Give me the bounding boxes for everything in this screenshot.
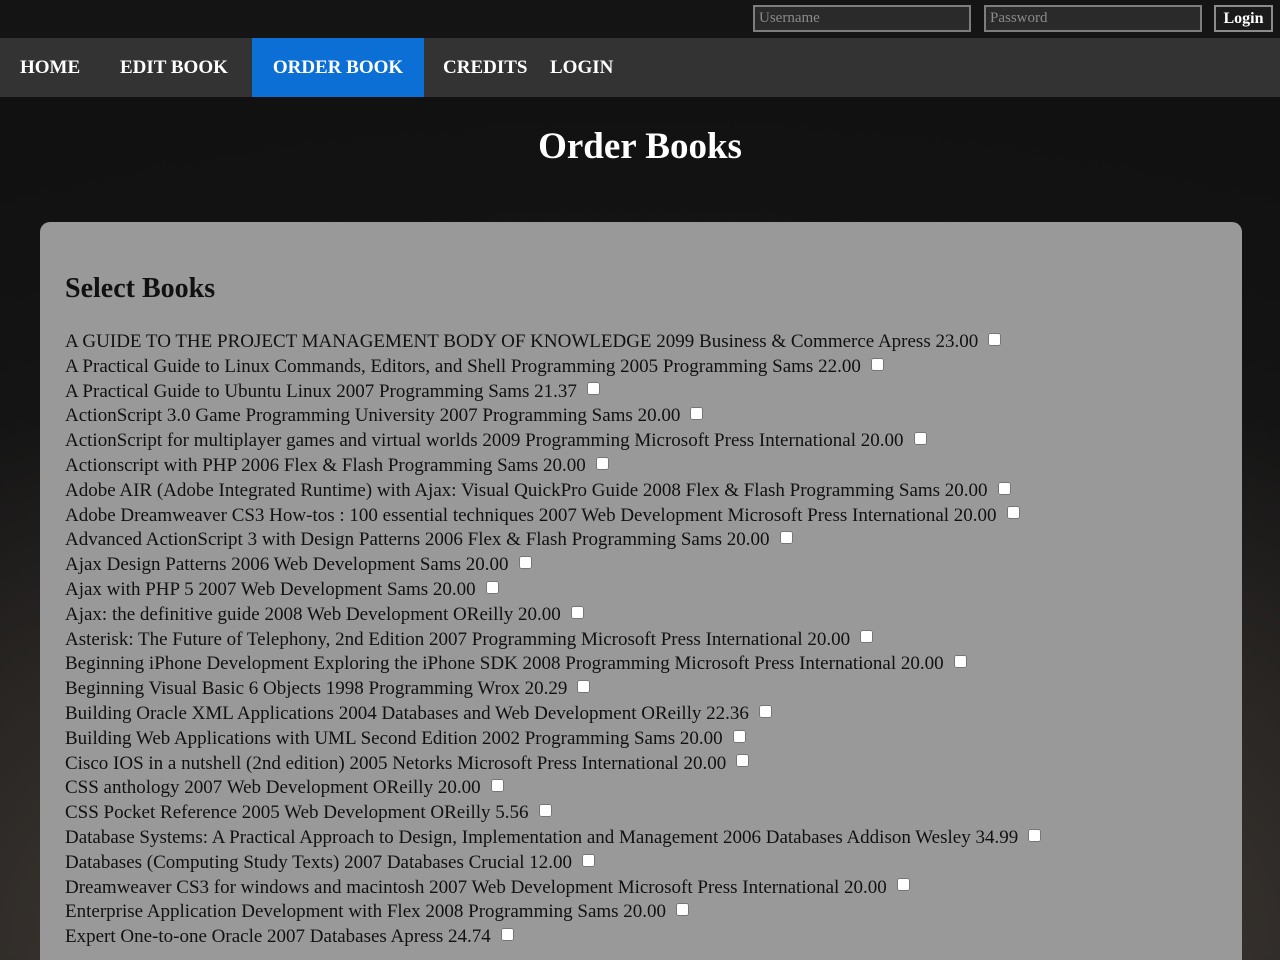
book-checkbox[interactable] [913, 432, 927, 446]
book-checkbox[interactable] [988, 332, 1002, 346]
book-checkbox[interactable] [860, 630, 874, 644]
book-checkbox[interactable] [586, 382, 600, 396]
book-row: A Practical Guide to Ubuntu Linux 2007 P… [65, 380, 1041, 405]
book-checkbox[interactable] [758, 704, 772, 718]
book-checkbox[interactable] [870, 357, 884, 371]
book-row: CSS anthology 2007 Web Development OReil… [65, 776, 1041, 801]
book-label: A GUIDE TO THE PROJECT MANAGEMENT BODY O… [65, 331, 979, 352]
book-label: Adobe Dreamweaver CS3 How-tos : 100 esse… [65, 504, 997, 526]
book-row: Enterprise Application Development with … [65, 900, 1041, 925]
book-row: Advanced ActionScript 3 with Design Patt… [65, 528, 1041, 553]
nav-credits[interactable]: CREDITS [424, 38, 550, 97]
book-checkbox[interactable] [690, 407, 704, 421]
book-checkbox[interactable] [1028, 828, 1042, 842]
book-row: Adobe AIR (Adobe Integrated Runtime) wit… [65, 479, 1041, 504]
book-row: Database Systems: A Practical Approach t… [65, 826, 1042, 851]
book-row: Ajax Design Patterns 2006 Web Developmen… [65, 553, 1041, 578]
username-input[interactable] [753, 5, 971, 32]
book-label: Asterisk: The Future of Telephony, 2nd E… [65, 628, 851, 650]
book-label: Building Web Applications with UML Secon… [65, 727, 723, 749]
book-checkbox[interactable] [538, 804, 552, 818]
book-row: Building Oracle XML Applications 2004 Da… [65, 702, 1041, 727]
book-checkbox[interactable] [896, 878, 910, 892]
select-books-panel: Select Books A GUIDE TO THE PROJECT MANA… [40, 222, 1242, 960]
book-checkbox[interactable] [582, 853, 596, 867]
book-row: ActionScript for multiplayer games and v… [65, 429, 1041, 454]
book-row: ActionScript 3.0 Game Programming Univer… [65, 404, 1041, 429]
book-label: Enterprise Application Development with … [65, 901, 667, 923]
book-label: A Practical Guide to Ubuntu Linux 2007 P… [65, 380, 577, 402]
book-checkbox[interactable] [518, 556, 532, 570]
book-label: Actionscript with PHP 2006 Flex & Flash … [65, 454, 586, 476]
book-checkbox[interactable] [736, 754, 750, 768]
book-row: Dreamweaver CS3 for windows and macintos… [65, 876, 1041, 901]
book-label: Ajax Design Patterns 2006 Web Developmen… [65, 554, 509, 576]
book-label: Beginning iPhone Development Exploring t… [65, 653, 944, 675]
top-login-bar: Login [0, 0, 1280, 38]
book-checkbox[interactable] [732, 729, 746, 743]
book-label: Database Systems: A Practical Approach t… [65, 826, 1019, 848]
book-label: Databases (Computing Study Texts) 2007 D… [65, 851, 573, 873]
book-row: Databases (Computing Study Texts) 2007 D… [65, 851, 1041, 876]
book-label: Advanced ActionScript 3 with Design Patt… [65, 529, 770, 551]
book-checkbox[interactable] [485, 580, 499, 594]
book-label: Cisco IOS in a nutshell (2nd edition) 20… [65, 752, 727, 774]
book-row: Ajax: the definitive guide 2008 Web Deve… [65, 603, 1041, 628]
book-checkbox[interactable] [595, 456, 609, 470]
book-label: Expert One-to-one Oracle 2007 Databases … [65, 926, 491, 948]
book-checkbox[interactable] [570, 605, 584, 619]
book-row: Asterisk: The Future of Telephony, 2nd E… [65, 628, 1041, 653]
book-label: ActionScript for multiplayer games and v… [65, 430, 904, 452]
book-checkbox[interactable] [953, 655, 967, 669]
nav-login[interactable]: LOGIN [550, 38, 630, 97]
book-label: Dreamweaver CS3 for windows and macintos… [65, 876, 887, 898]
book-checkbox[interactable] [500, 928, 514, 942]
book-row: CSS Pocket Reference 2005 Web Developmen… [65, 801, 1041, 826]
book-label: Ajax with PHP 5 2007 Web Development Sam… [65, 578, 476, 600]
panel-heading: Select Books [65, 273, 216, 304]
book-label: A Practical Guide to Linux Commands, Edi… [65, 355, 861, 377]
book-row: Ajax with PHP 5 2007 Web Development Sam… [65, 578, 1041, 603]
nav-home[interactable]: HOME [0, 38, 101, 97]
book-checkbox[interactable] [676, 903, 690, 917]
login-button[interactable]: Login [1214, 5, 1273, 32]
book-row: Building Web Applications with UML Secon… [65, 727, 1041, 752]
book-row: Expert One-to-one Oracle 2007 Databases … [65, 925, 1041, 950]
nav-order-book[interactable]: ORDER BOOK [252, 38, 424, 97]
book-checkbox[interactable] [779, 531, 793, 545]
book-row: Actionscript with PHP 2006 Flex & Flash … [65, 454, 1041, 479]
book-list: A GUIDE TO THE PROJECT MANAGEMENT BODY O… [65, 330, 1042, 950]
book-row: Beginning iPhone Development Exploring t… [65, 652, 1041, 677]
book-row: Cisco IOS in a nutshell (2nd edition) 20… [65, 752, 1041, 777]
page-title: Order Books [538, 126, 742, 167]
book-checkbox[interactable] [1006, 506, 1020, 520]
book-label: Ajax: the definitive guide 2008 Web Deve… [65, 603, 561, 625]
book-label: Adobe AIR (Adobe Integrated Runtime) wit… [65, 479, 988, 501]
book-row: A GUIDE TO THE PROJECT MANAGEMENT BODY O… [65, 330, 1041, 355]
book-checkbox[interactable] [997, 481, 1011, 495]
book-row: Adobe Dreamweaver CS3 How-tos : 100 esse… [65, 504, 1041, 529]
book-row: A Practical Guide to Linux Commands, Edi… [65, 355, 1041, 380]
nav-edit-book[interactable]: EDIT BOOK [101, 38, 252, 97]
book-checkbox[interactable] [490, 779, 504, 793]
book-label: ActionScript 3.0 Game Programming Univer… [65, 405, 681, 427]
book-row: Beginning Visual Basic 6 Objects 1998 Pr… [65, 677, 1041, 702]
book-label: Beginning Visual Basic 6 Objects 1998 Pr… [65, 678, 568, 700]
main-nav: HOME EDIT BOOK ORDER BOOK CREDITS LOGIN [0, 38, 1280, 97]
book-label: Building Oracle XML Applications 2004 Da… [65, 702, 749, 724]
book-label: CSS Pocket Reference 2005 Web Developmen… [65, 802, 529, 824]
book-checkbox[interactable] [577, 680, 591, 694]
password-input[interactable] [984, 5, 1202, 32]
book-label: CSS anthology 2007 Web Development OReil… [65, 777, 481, 799]
